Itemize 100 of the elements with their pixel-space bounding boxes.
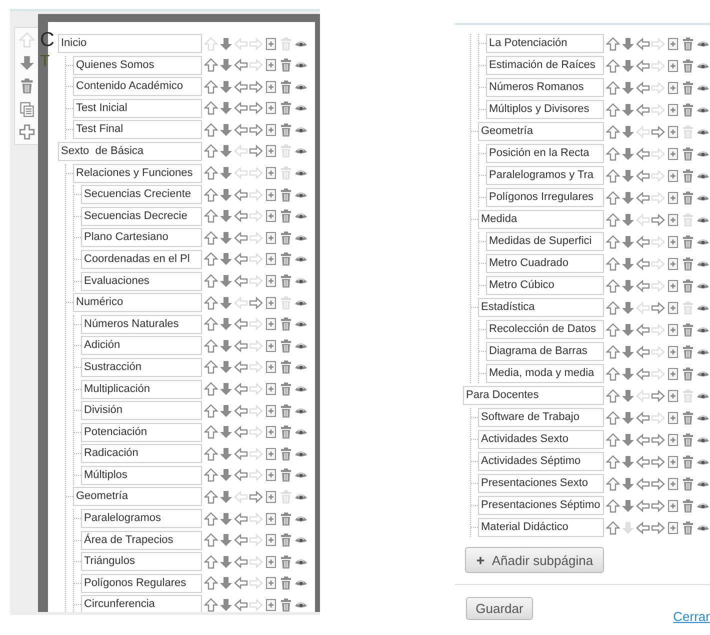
up-arrow-icon[interactable]	[204, 598, 218, 612]
add-page-icon[interactable]	[666, 300, 680, 314]
left-arrow-icon[interactable]	[234, 404, 248, 418]
page-title-field[interactable]: Multiplicación	[81, 380, 202, 398]
page-title-field[interactable]: Medida	[478, 210, 604, 229]
trash-icon[interactable]	[681, 234, 695, 248]
up-arrow-icon[interactable]	[606, 366, 620, 380]
up-arrow-icon[interactable]	[204, 533, 218, 548]
up-arrow-icon[interactable]	[606, 36, 620, 50]
add-page-icon[interactable]	[264, 144, 278, 158]
down-arrow-icon[interactable]	[621, 344, 635, 358]
left-arrow-icon[interactable]	[234, 446, 248, 461]
add-page-icon[interactable]	[264, 296, 278, 310]
up-arrow-icon[interactable]	[204, 425, 218, 440]
page-title-field[interactable]: Plano Cartesiano	[81, 228, 202, 248]
add-page-icon[interactable]	[264, 512, 278, 526]
down-arrow-icon[interactable]	[219, 252, 233, 266]
trash-icon[interactable]	[681, 498, 695, 512]
add-page-icon[interactable]	[264, 468, 278, 482]
left-arrow-icon[interactable]	[234, 576, 248, 590]
down-arrow-icon[interactable]	[219, 317, 233, 332]
page-title-field[interactable]: Test Inicial	[73, 98, 202, 118]
up-arrow-icon[interactable]	[204, 576, 218, 590]
trash-icon[interactable]	[681, 256, 695, 270]
up-arrow-icon[interactable]	[204, 446, 218, 461]
up-arrow-icon[interactable]	[606, 102, 620, 116]
page-title-field[interactable]: Secuencias Decrecie	[81, 206, 202, 226]
right-arrow-icon[interactable]	[651, 124, 665, 138]
trash-icon[interactable]	[279, 317, 293, 332]
down-arrow-icon[interactable]	[219, 468, 233, 482]
down-arrow-icon[interactable]	[219, 360, 233, 374]
down-arrow-icon[interactable]	[219, 404, 233, 418]
page-title-field[interactable]: División	[81, 401, 202, 420]
add-page-icon[interactable]	[666, 80, 680, 94]
add-page-icon[interactable]	[666, 432, 680, 446]
down-arrow-icon[interactable]	[219, 188, 233, 202]
up-arrow-icon[interactable]	[204, 382, 218, 396]
left-arrow-icon[interactable]	[636, 80, 650, 94]
down-arrow-icon[interactable]	[219, 36, 233, 50]
add-page-icon[interactable]	[666, 124, 680, 138]
left-arrow-icon[interactable]	[636, 410, 650, 424]
down-arrow-icon[interactable]	[621, 432, 635, 446]
left-arrow-icon[interactable]	[234, 274, 248, 288]
left-arrow-icon[interactable]	[234, 209, 248, 224]
page-title-field[interactable]: Software de Trabajo	[478, 408, 604, 427]
right-arrow-icon[interactable]	[651, 388, 665, 402]
page-title-field[interactable]: Triángulos	[81, 552, 202, 572]
trash-icon[interactable]	[279, 188, 293, 202]
trash-icon[interactable]	[681, 146, 695, 160]
right-arrow-icon[interactable]	[651, 300, 665, 314]
up-arrow-icon[interactable]	[606, 410, 620, 424]
page-title-field[interactable]: Estimación de Raíces	[486, 56, 604, 75]
trash-icon[interactable]	[279, 533, 293, 548]
right-arrow-icon[interactable]	[651, 476, 665, 490]
down-arrow-icon[interactable]	[621, 168, 635, 182]
add-page-icon[interactable]	[264, 317, 278, 332]
left-arrow-icon[interactable]	[234, 252, 248, 266]
down-arrow-icon[interactable]	[219, 338, 233, 353]
page-title-field[interactable]: Posición en la Recta	[486, 144, 604, 163]
up-arrow-icon[interactable]	[606, 212, 620, 226]
trash-icon[interactable]	[681, 36, 695, 50]
left-arrow-icon[interactable]	[234, 533, 248, 548]
down-arrow-icon[interactable]	[219, 101, 233, 116]
left-arrow-icon[interactable]	[636, 58, 650, 72]
trash-icon[interactable]	[681, 322, 695, 336]
trash-icon[interactable]	[681, 432, 695, 446]
up-arrow-icon[interactable]	[204, 101, 218, 116]
trash-icon[interactable]	[279, 58, 293, 72]
left-arrow-icon[interactable]	[234, 80, 248, 94]
add-page-icon[interactable]	[264, 58, 278, 72]
up-arrow-icon[interactable]	[606, 432, 620, 446]
add-page-icon[interactable]	[666, 344, 680, 358]
up-arrow-icon[interactable]	[204, 58, 218, 72]
add-page-icon[interactable]	[666, 498, 680, 512]
add-page-icon[interactable]	[666, 520, 680, 534]
down-arrow-icon[interactable]	[621, 256, 635, 270]
page-title-field[interactable]: Geometría	[478, 122, 604, 141]
up-arrow-icon[interactable]	[204, 188, 218, 202]
page-title-field[interactable]: Números Romanos	[486, 78, 604, 97]
down-arrow-icon[interactable]	[621, 366, 635, 380]
trash-icon[interactable]	[279, 468, 293, 482]
right-arrow-icon[interactable]	[651, 520, 665, 534]
left-arrow-icon[interactable]	[234, 425, 248, 440]
add-page-icon[interactable]	[264, 36, 278, 50]
trash-icon[interactable]	[681, 344, 695, 358]
trash-icon[interactable]	[279, 338, 293, 353]
add-page-icon[interactable]	[666, 322, 680, 336]
add-page-icon[interactable]	[264, 360, 278, 374]
trash-icon[interactable]	[279, 230, 293, 245]
page-title-field[interactable]: Sustracción	[81, 358, 202, 377]
right-arrow-icon[interactable]	[651, 432, 665, 446]
page-title-field[interactable]: Presentaciones Sexto	[478, 474, 604, 493]
down-arrow-icon[interactable]	[219, 274, 233, 288]
trash-icon[interactable]	[279, 404, 293, 418]
up-arrow-icon[interactable]	[204, 296, 218, 310]
up-arrow-icon[interactable]	[606, 454, 620, 468]
add-page-icon[interactable]	[666, 168, 680, 182]
save-button[interactable]: Guardar	[466, 597, 533, 620]
up-arrow-icon[interactable]	[204, 166, 218, 180]
trash-icon[interactable]	[681, 520, 695, 534]
